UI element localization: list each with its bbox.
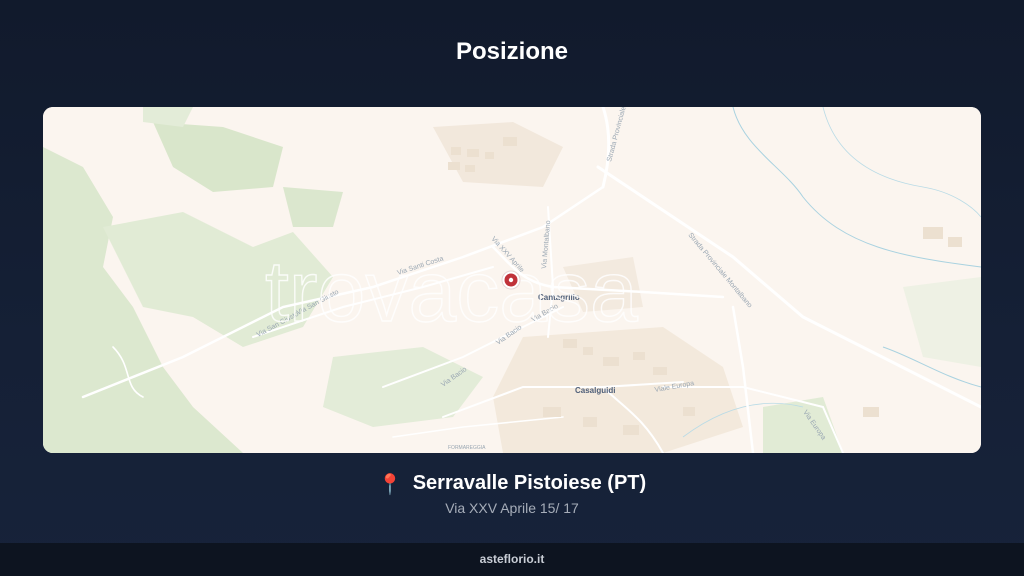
pin-icon: 📍 (377, 474, 403, 496)
map-canvas[interactable]: Strada Provinciale Strada Provinciale Mo… (43, 107, 981, 453)
footer: asteflorio.it (0, 543, 1024, 576)
location-name: Serravalle Pistoiese (PT) (412, 472, 647, 494)
location-address: Via XXV Aprile 15/ 17 (445, 500, 579, 516)
page-title: Posizione (455, 38, 569, 65)
location-title: 📍 Serravalle Pistoiese (PT) (0, 472, 1024, 497)
map-marker-icon[interactable] (501, 270, 521, 290)
watermark: trovacasa (265, 244, 638, 340)
footer-site-link[interactable]: asteflorio.it (480, 552, 545, 566)
poi-label: FORMAREGGIA (448, 445, 486, 451)
town-label: Casalguidi (575, 386, 615, 395)
map[interactable]: Strada Provinciale Strada Provinciale Mo… (43, 107, 981, 453)
green-area (283, 187, 343, 227)
